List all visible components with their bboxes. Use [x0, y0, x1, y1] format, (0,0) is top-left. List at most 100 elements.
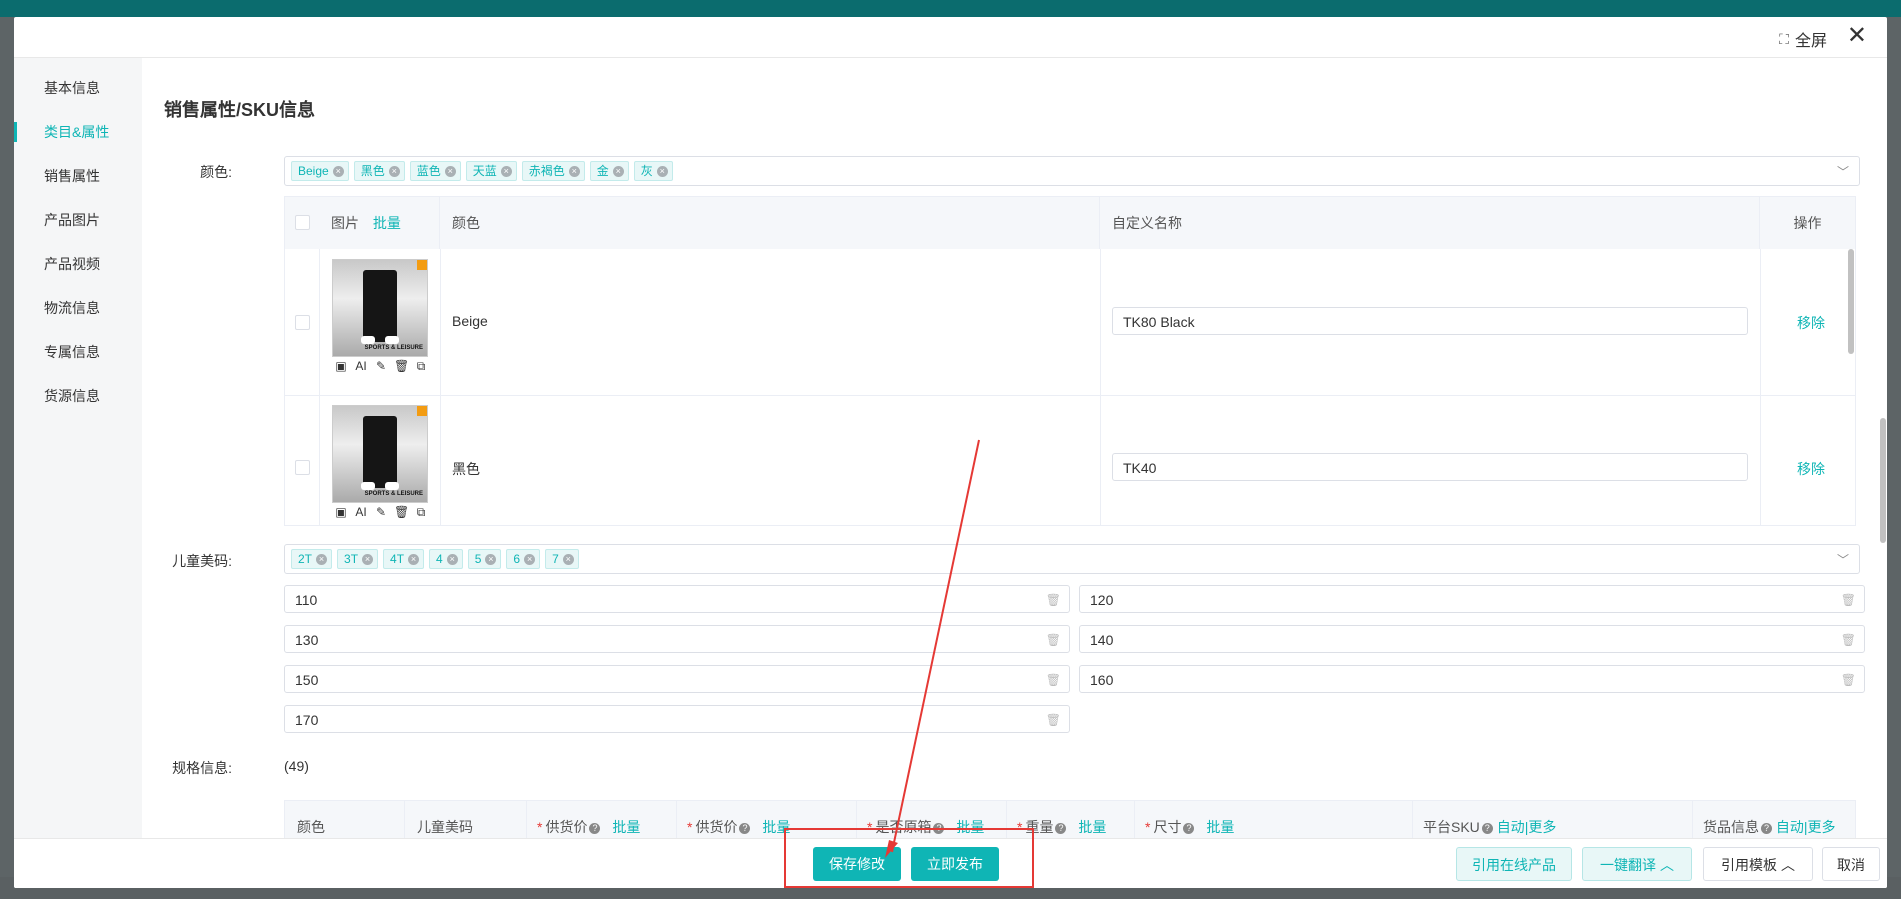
table-scrollbar[interactable] — [1848, 249, 1854, 354]
remove-tag-icon[interactable]: × — [524, 553, 536, 565]
trash-icon[interactable]: 🗑 — [1841, 626, 1856, 654]
image-icon[interactable]: ▣ — [334, 505, 348, 519]
cancel-button[interactable]: 取消 — [1822, 847, 1880, 881]
spec-header-goods-info: 货品信息? 自动|更多 — [1693, 801, 1855, 838]
size-tag[interactable]: 7 × — [545, 549, 579, 569]
color-tag[interactable]: 蓝色 × — [409, 161, 461, 181]
trash-icon[interactable]: 🗑 — [394, 359, 409, 373]
template-button[interactable]: 引用模板 ︿ — [1703, 847, 1813, 881]
magic-wand-icon[interactable]: ✎ — [374, 505, 388, 519]
custom-name-input[interactable]: TK80 Black — [1112, 307, 1748, 335]
chevron-down-icon[interactable]: ﹀ — [1837, 163, 1849, 180]
size-tag[interactable]: 4T × — [383, 549, 425, 569]
copy-icon[interactable]: ⧉ — [414, 505, 428, 520]
close-button[interactable]: ✕ — [1847, 22, 1867, 50]
image-batch-link[interactable]: 批量 — [373, 215, 401, 231]
remove-tag-icon[interactable]: × — [332, 165, 344, 177]
remove-tag-icon[interactable]: × — [500, 165, 512, 177]
remove-link[interactable]: 移除 — [1797, 459, 1825, 479]
chevron-up-icon: ︿ — [1780, 857, 1795, 873]
color-tag[interactable]: 赤褐色 × — [521, 161, 585, 181]
sidebar-item-sales-attributes[interactable]: 销售属性 — [14, 154, 142, 198]
auto-link[interactable]: 自动 — [1776, 819, 1804, 835]
expand-icon: ⛶ — [1779, 30, 1789, 47]
size-value-input[interactable]: 150 🗑 — [284, 665, 1070, 693]
product-thumbnail[interactable]: SPORTS & LEISURE — [332, 259, 428, 357]
fullscreen-button[interactable]: ⛶ 全屏 — [1779, 27, 1827, 51]
content-scrollbar[interactable] — [1880, 418, 1886, 543]
color-tag[interactable]: 黑色 × — [353, 161, 405, 181]
trash-icon[interactable]: 🗑 — [1046, 706, 1061, 734]
trash-icon[interactable]: 🗑 — [1841, 586, 1856, 614]
color-sku-table: 图片 批量 颜色 自定义名称 操作 SPORTS & LEISURE ▣ AI — [284, 196, 1856, 526]
auto-link[interactable]: 自动 — [1497, 819, 1525, 835]
custom-name-input[interactable]: TK40 — [1112, 453, 1748, 481]
more-link[interactable]: 更多 — [1808, 819, 1836, 835]
help-icon: ? — [739, 823, 751, 834]
size-value-input[interactable]: 130 🗑 — [284, 625, 1070, 653]
ai-button[interactable]: AI — [354, 505, 368, 519]
color-tag[interactable]: 金 × — [589, 161, 629, 181]
row-color-cell: Beige — [440, 249, 1101, 396]
batch-link[interactable]: 批量 — [1206, 819, 1234, 835]
sidebar-item-basic-info[interactable]: 基本信息 — [14, 66, 142, 110]
batch-link[interactable]: 批量 — [612, 819, 640, 835]
remove-tag-icon[interactable]: × — [388, 165, 400, 177]
row-checkbox[interactable] — [295, 315, 310, 330]
trash-icon[interactable]: 🗑 — [394, 505, 409, 519]
remove-link[interactable]: 移除 — [1797, 313, 1825, 333]
size-tag[interactable]: 6 × — [506, 549, 541, 569]
quote-online-product-button[interactable]: 引用在线产品 — [1456, 847, 1572, 881]
sidebar-item-product-images[interactable]: 产品图片 — [14, 198, 142, 242]
color-multiselect[interactable]: Beige × 黑色 × 蓝色 × 天蓝 × 赤褐色 × 金 × 灰 × ﹀ — [284, 156, 1860, 186]
help-icon: ? — [1055, 823, 1067, 834]
color-tag[interactable]: 灰 × — [633, 161, 673, 181]
remove-tag-icon[interactable]: × — [612, 165, 624, 177]
size-tag[interactable]: 2T × — [291, 549, 333, 569]
sidebar-item-category-attributes[interactable]: 类目&属性 — [14, 110, 142, 154]
more-link[interactable]: 更多 — [1528, 819, 1556, 835]
trash-icon[interactable]: 🗑 — [1046, 626, 1061, 654]
size-multiselect[interactable]: 2T × 3T × 4T × 4 × 5 × 6 × 7 × ﹀ — [284, 544, 1860, 574]
remove-tag-icon[interactable]: × — [362, 553, 374, 565]
remove-tag-icon[interactable]: × — [562, 553, 574, 565]
image-icon[interactable]: ▣ — [334, 359, 348, 373]
color-tag[interactable]: Beige × — [291, 161, 349, 181]
edit-product-modal: ⛶ 全屏 ✕ 基本信息 类目&属性 销售属性 产品图片 产品视频 物流信息 专属… — [14, 17, 1887, 888]
color-tag[interactable]: 天蓝 × — [465, 161, 517, 181]
sidebar-item-product-video[interactable]: 产品视频 — [14, 242, 142, 286]
remove-tag-icon[interactable]: × — [656, 165, 668, 177]
magic-wand-icon[interactable]: ✎ — [374, 359, 388, 373]
batch-link[interactable]: 批量 — [1078, 819, 1106, 835]
remove-tag-icon[interactable]: × — [568, 165, 580, 177]
sidebar-item-source-info[interactable]: 货源信息 — [14, 374, 142, 418]
spec-table: 颜色 儿童美码 * 供货价? 批量 * 供货价? 批量 * 是否原箱? 批量 * 重量?… — [284, 800, 1856, 838]
remove-tag-icon[interactable]: × — [408, 553, 420, 565]
size-value-input[interactable]: 170 🗑 — [284, 705, 1070, 733]
translate-button[interactable]: 一键翻译 ︿ — [1582, 847, 1692, 881]
trash-icon[interactable]: 🗑 — [1841, 666, 1856, 694]
remove-tag-icon[interactable]: × — [316, 553, 328, 565]
copy-icon[interactable]: ⧉ — [414, 359, 428, 374]
size-value-input[interactable]: 140 🗑 — [1079, 625, 1865, 653]
size-tag[interactable]: 5 × — [467, 549, 502, 569]
select-all-checkbox[interactable] — [295, 215, 310, 230]
row-action-cell: 移除 — [1760, 395, 1855, 526]
size-value-input[interactable]: 160 🗑 — [1079, 665, 1865, 693]
trash-icon[interactable]: 🗑 — [1046, 666, 1061, 694]
size-tag[interactable]: 3T × — [337, 549, 379, 569]
sidebar-item-exclusive-info[interactable]: 专属信息 — [14, 330, 142, 374]
chevron-down-icon[interactable]: ﹀ — [1837, 551, 1849, 568]
row-checkbox[interactable] — [295, 460, 310, 475]
size-value-input[interactable]: 110 🗑 — [284, 585, 1070, 613]
ai-button[interactable]: AI — [354, 359, 368, 373]
size-tag[interactable]: 4 × — [429, 549, 463, 569]
thumbnail-toolbar: ▣ AI ✎ 🗑 ⧉ — [334, 504, 428, 520]
sidebar-item-logistics[interactable]: 物流信息 — [14, 286, 142, 330]
remove-tag-icon[interactable]: × — [446, 553, 458, 565]
product-thumbnail[interactable]: SPORTS & LEISURE — [332, 405, 428, 503]
size-value-input[interactable]: 120 🗑 — [1079, 585, 1865, 613]
trash-icon[interactable]: 🗑 — [1046, 586, 1061, 614]
remove-tag-icon[interactable]: × — [485, 553, 497, 565]
remove-tag-icon[interactable]: × — [444, 165, 456, 177]
